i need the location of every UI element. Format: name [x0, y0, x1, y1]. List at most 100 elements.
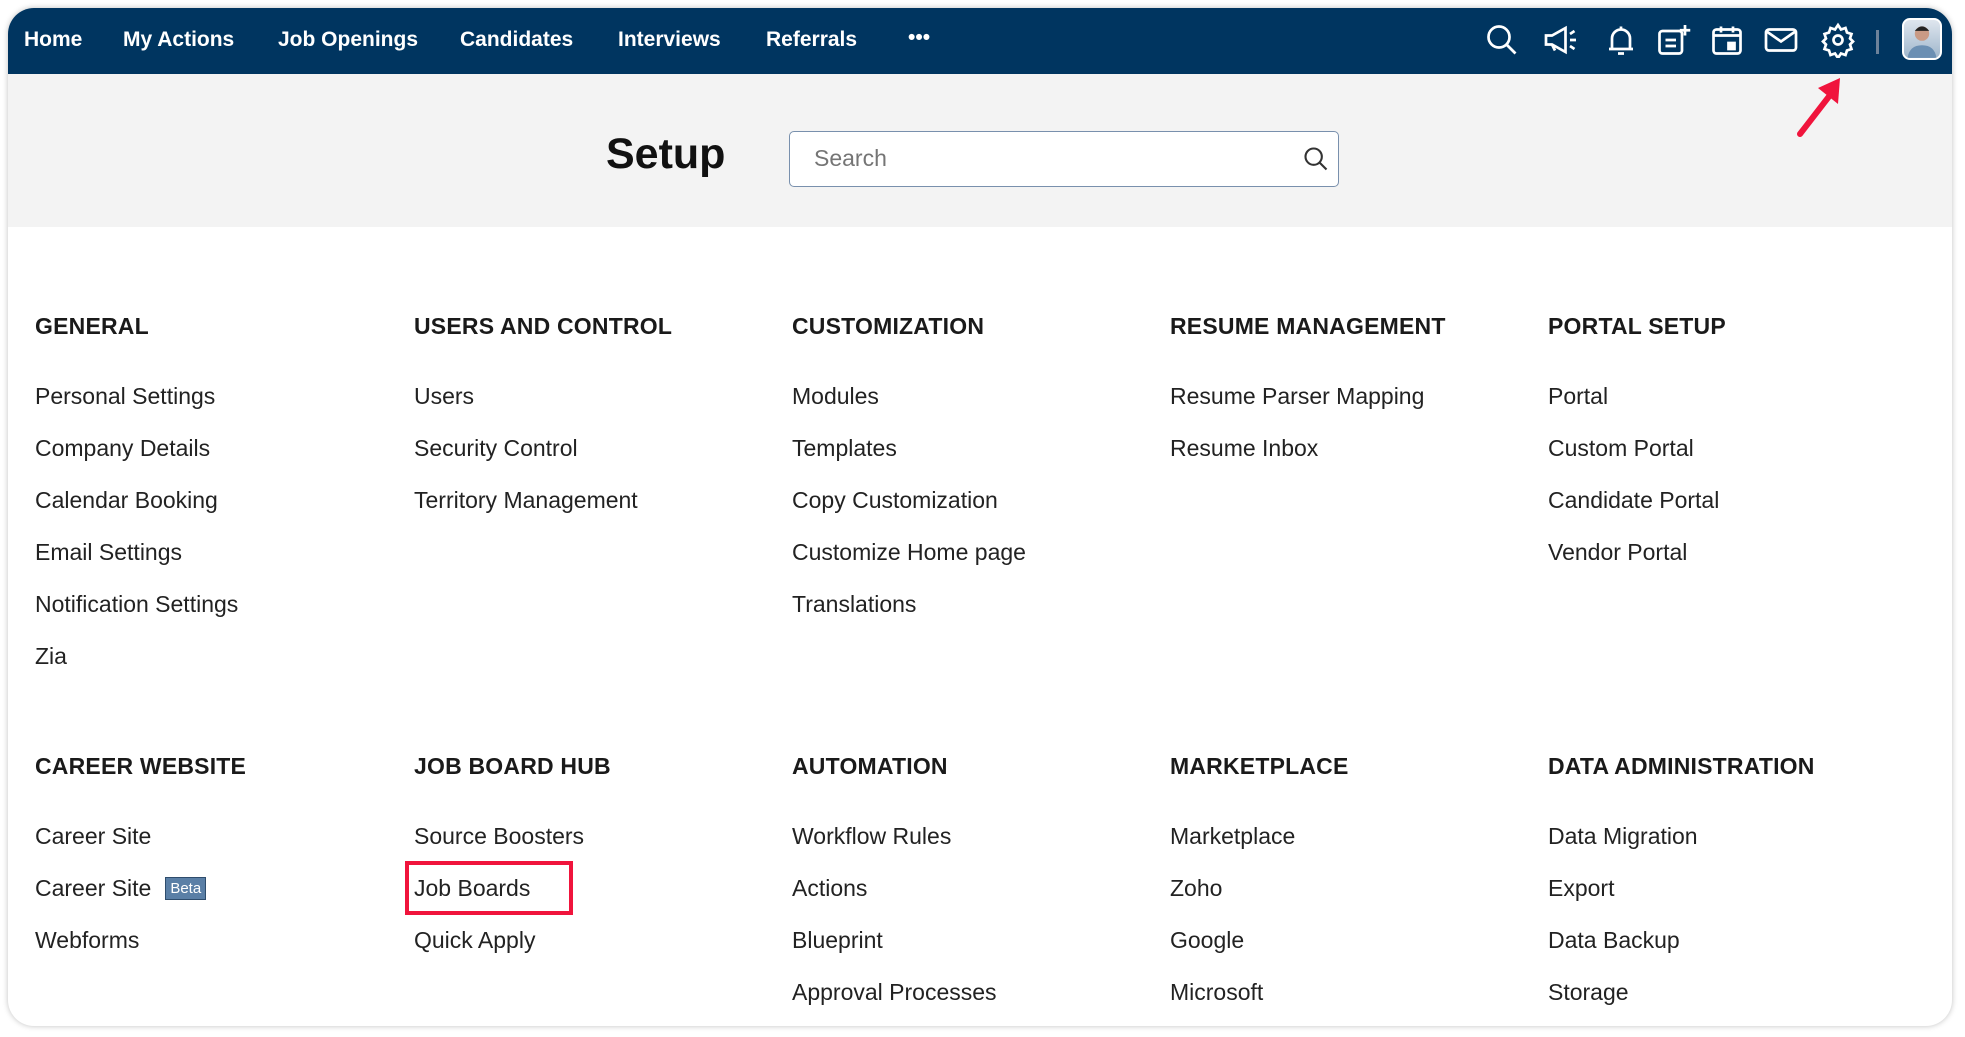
link-label: Export [1548, 875, 1615, 901]
section-title: GENERAL [35, 313, 149, 339]
link-label: Portal [1548, 383, 1609, 409]
link-label: Email Settings [35, 539, 183, 565]
setup-link-resume-parser-mapping[interactable]: Resume Parser Mapping [1170, 383, 1540, 435]
link-label: Candidate Portal [1548, 487, 1720, 513]
setup-link-marketplace[interactable]: Marketplace [1170, 823, 1540, 875]
setup-link-personal-settings[interactable]: Personal Settings [35, 383, 405, 435]
announcement-icon[interactable] [1543, 22, 1579, 58]
link-label: Approval Processes [792, 979, 997, 1005]
section-career-website: CAREER WEBSITE Career Site Career Site Beta… [35, 753, 405, 979]
setup-link-actions[interactable]: Actions [792, 875, 1162, 927]
section-automation: AUTOMATION Workflow Rules Actions Blueprint… [792, 753, 1162, 1026]
section-title: CUSTOMIZATION [792, 313, 985, 339]
setup-link-email-settings[interactable]: Email Settings [35, 539, 405, 591]
setup-link-notification-settings[interactable]: Notification Settings [35, 591, 405, 643]
setup-link-copy-customization[interactable]: Copy Customization [792, 487, 1162, 539]
section-title: MARKETPLACE [1170, 753, 1349, 779]
link-label: Zia [35, 643, 67, 669]
mail-icon[interactable] [1763, 22, 1799, 58]
setup-link-career-site[interactable]: Career Site [35, 823, 405, 875]
link-label: Zoho [1170, 875, 1223, 901]
nav-home[interactable]: Home [24, 28, 82, 52]
setup-link-modules[interactable]: Modules [792, 383, 1162, 435]
setup-link-workflow-rules[interactable]: Workflow Rules [792, 823, 1162, 875]
setup-link-portal[interactable]: Portal [1548, 383, 1918, 435]
setup-link-data-migration[interactable]: Data Migration [1548, 823, 1918, 875]
setup-link-candidate-portal[interactable]: Candidate Portal [1548, 487, 1918, 539]
setup-link-users[interactable]: Users [414, 383, 784, 435]
arrow-annotation-icon [1797, 78, 1840, 137]
section-title: PORTAL SETUP [1548, 313, 1726, 339]
setup-link-microsoft[interactable]: Microsoft [1170, 979, 1540, 1026]
setup-link-templates[interactable]: Templates [792, 435, 1162, 487]
setup-link-customize-home-page[interactable]: Customize Home page [792, 539, 1162, 591]
link-label: Templates [792, 435, 897, 461]
link-label: Google [1170, 927, 1245, 953]
setup-link-resume-inbox[interactable]: Resume Inbox [1170, 435, 1540, 487]
setup-link-zoho[interactable]: Zoho [1170, 875, 1540, 927]
link-label: Storage [1548, 979, 1629, 1005]
nav-interviews[interactable]: Interviews [618, 28, 721, 52]
setup-link-zia[interactable]: Zia [35, 643, 405, 695]
link-label: Territory Management [414, 487, 638, 513]
link-label: Custom Portal [1548, 435, 1694, 461]
link-label: Blueprint [792, 927, 883, 953]
search-icon[interactable] [1302, 145, 1330, 173]
setup-link-webforms[interactable]: Webforms [35, 927, 405, 979]
setup-link-approval-processes[interactable]: Approval Processes [792, 979, 1162, 1026]
link-label: Source Boosters [414, 823, 585, 849]
link-label: Microsoft [1170, 979, 1264, 1005]
setup-link-quick-apply[interactable]: Quick Apply [414, 927, 784, 979]
avatar[interactable] [1902, 18, 1942, 60]
link-label: Company Details [35, 435, 211, 461]
section-title: DATA ADMINISTRATION [1548, 753, 1815, 779]
gear-icon[interactable] [1820, 22, 1856, 61]
search-box [789, 131, 1339, 187]
setup-link-data-backup[interactable]: Data Backup [1548, 927, 1918, 979]
nav-job-openings[interactable]: Job Openings [278, 28, 418, 52]
setup-link-calendar-booking[interactable]: Calendar Booking [35, 487, 405, 539]
link-label: Calendar Booking [35, 487, 218, 513]
bell-icon[interactable] [1603, 22, 1639, 58]
section-resume-management: RESUME MANAGEMENT Resume Parser Mapping Re… [1170, 313, 1540, 487]
link-label: Users [414, 383, 475, 409]
setup-link-company-details[interactable]: Company Details [35, 435, 405, 487]
link-label: Quick Apply [414, 927, 536, 953]
nav-my-actions[interactable]: My Actions [123, 28, 234, 52]
top-nav: Home My Actions Job Openings Candidates … [8, 8, 1952, 74]
search-input[interactable] [814, 132, 1294, 184]
setup-link-territory-management[interactable]: Territory Management [414, 487, 784, 539]
link-label: Resume Parser Mapping [1170, 383, 1425, 409]
beta-badge: Beta [165, 877, 207, 900]
section-marketplace: MARKETPLACE Marketplace Zoho Google Microsof… [1170, 753, 1540, 1026]
setup-header: Setup [8, 74, 1952, 227]
setup-link-security-control[interactable]: Security Control [414, 435, 784, 487]
link-label: Customize Home page [792, 539, 1026, 565]
nav-more-button[interactable]: ••• [908, 26, 930, 50]
link-label: Career Site [35, 875, 152, 901]
highlight-job-boards [405, 861, 573, 915]
setup-link-export[interactable]: Export [1548, 875, 1918, 927]
setup-link-vendor-portal[interactable]: Vendor Portal [1548, 539, 1918, 591]
link-label: Modules [792, 383, 879, 409]
setup-link-translations[interactable]: Translations [792, 591, 1162, 643]
nav-referrals[interactable]: Referrals [766, 28, 857, 52]
setup-link-custom-portal[interactable]: Custom Portal [1548, 435, 1918, 487]
section-users-and-control: USERS AND CONTROL Users Security Control Te… [414, 313, 784, 539]
page-title: Setup [606, 130, 726, 178]
link-label: Copy Customization [792, 487, 998, 513]
setup-link-blueprint[interactable]: Blueprint [792, 927, 1162, 979]
nav-candidates[interactable]: Candidates [460, 28, 573, 52]
setup-link-career-site[interactable]: Career Site Beta [35, 875, 405, 927]
setup-link-google[interactable]: Google [1170, 927, 1540, 979]
link-label: Translations [792, 591, 917, 617]
section-general: GENERAL Personal Settings Company Details C… [35, 313, 405, 695]
search-icon[interactable] [1484, 22, 1520, 58]
section-title: AUTOMATION [792, 753, 948, 779]
calendar-icon[interactable] [1709, 22, 1745, 58]
section-portal-setup: PORTAL SETUP Portal Custom Portal Candidate… [1548, 313, 1918, 591]
link-label: Data Migration [1548, 823, 1698, 849]
setup-link-storage[interactable]: Storage [1548, 979, 1918, 1026]
add-note-icon[interactable] [1655, 22, 1691, 58]
section-title: CAREER WEBSITE [35, 753, 247, 779]
